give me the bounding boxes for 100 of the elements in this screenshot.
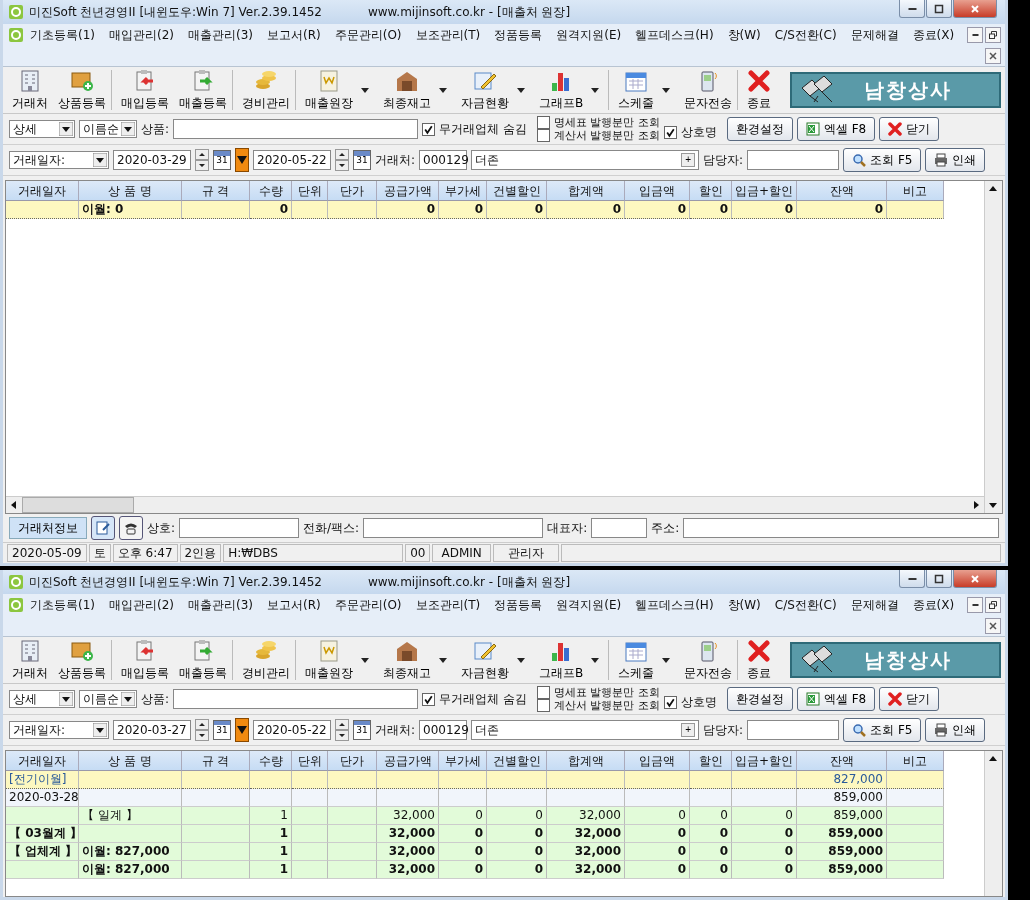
client-code-field[interactable]: 000129 [419, 150, 468, 170]
column-header[interactable]: 입금액 [625, 751, 690, 771]
date-type-dropdown[interactable]: 거래일자: [9, 721, 109, 739]
restore-button[interactable] [985, 27, 1001, 43]
menu-item[interactable]: 주문관리(O) [327, 26, 409, 44]
menu-item[interactable]: 원격지원(E) [549, 26, 629, 44]
maximize-button[interactable] [926, 570, 952, 588]
phone-button[interactable] [119, 516, 143, 540]
spinner-icon[interactable] [195, 149, 209, 171]
column-header[interactable]: 비고 [887, 751, 944, 771]
column-header[interactable]: 부가세 [439, 181, 487, 201]
column-header[interactable]: 입금+할인 [732, 751, 797, 771]
info-field[interactable] [179, 518, 300, 538]
menu-item[interactable]: 창(W) [720, 26, 768, 44]
column-header[interactable]: 입금액 [625, 181, 690, 201]
date-field[interactable]: 2020-05-22 [253, 720, 331, 740]
sort-dropdown[interactable]: 이름순 [79, 690, 137, 708]
column-header[interactable]: 단위 [292, 751, 328, 771]
menu-item[interactable]: 보조관리(T) [408, 26, 488, 44]
close-button[interactable] [985, 48, 1001, 64]
calendar-button[interactable]: 31 [353, 150, 371, 170]
column-header[interactable]: 단가 [328, 181, 377, 201]
toolbar-button[interactable]: 경비관리 [237, 640, 296, 680]
spinner-icon[interactable] [195, 719, 209, 741]
column-header[interactable]: 입금+할인 [732, 181, 797, 201]
action-button[interactable]: 환경설정 [726, 687, 793, 711]
spinner-icon[interactable] [335, 719, 349, 741]
toolbar-button[interactable]: 상품등록 [53, 640, 112, 680]
toolbar-button[interactable]: 상품등록 [53, 70, 112, 110]
toolbar-button[interactable]: 매출원장 [300, 70, 378, 110]
client-name-field[interactable]: 더존 + [471, 150, 700, 170]
column-header[interactable]: 잔액 [797, 181, 887, 201]
minimize-button[interactable] [967, 597, 983, 613]
toolbar-button[interactable]: 매입등록 [116, 640, 174, 680]
action-button[interactable]: 조회 F5 [843, 718, 922, 742]
action-button[interactable]: 닫기 [879, 687, 940, 711]
toolbar-button[interactable]: 종료 [742, 640, 777, 680]
add-button[interactable]: + [681, 153, 696, 167]
client-code-field[interactable]: 000129 [419, 720, 468, 740]
menu-item[interactable]: 기초등록(1) [23, 596, 102, 614]
column-header[interactable]: 합계액 [547, 181, 625, 201]
date-type-dropdown[interactable]: 거래일자: [9, 151, 109, 169]
product-field[interactable] [173, 119, 419, 139]
menu-item[interactable]: C/S전환(C) [767, 596, 844, 614]
column-header[interactable]: 거래일자 [6, 751, 79, 771]
maximize-button[interactable] [926, 0, 952, 18]
column-header[interactable]: 잔액 [797, 751, 887, 771]
column-header[interactable]: 단위 [292, 181, 328, 201]
toolbar-button[interactable]: 문자전송 [679, 70, 739, 110]
column-header[interactable]: 규 격 [182, 751, 250, 771]
date-field[interactable]: 2020-05-22 [253, 150, 331, 170]
toolbar-button[interactable]: 최종재고 [378, 640, 456, 680]
toolbar-button[interactable]: 종료 [742, 70, 777, 110]
close-button[interactable] [953, 570, 997, 588]
menu-item[interactable]: 정품등록 [487, 26, 550, 44]
menu-item[interactable]: 정품등록 [487, 596, 550, 614]
action-button[interactable]: 조회 F5 [843, 148, 922, 172]
toolbar-button[interactable]: 매입등록 [116, 70, 174, 110]
column-header[interactable]: 수량 [250, 751, 292, 771]
horizontal-scrollbar[interactable] [6, 496, 984, 513]
restore-button[interactable] [985, 597, 1001, 613]
date-field[interactable]: 2020-03-27 [113, 720, 191, 740]
action-button[interactable]: 엑셀 F8 [796, 687, 876, 711]
vertical-scrollbar[interactable] [984, 181, 1002, 513]
column-header[interactable]: 수량 [250, 181, 292, 201]
calendar-button[interactable]: 31 [213, 150, 231, 170]
info-field[interactable] [591, 518, 648, 538]
column-header[interactable]: 건별할인 [487, 181, 547, 201]
minimize-button[interactable] [899, 570, 925, 588]
view-dropdown[interactable]: 상세 [9, 690, 75, 708]
menu-item[interactable]: 종료(X) [905, 596, 962, 614]
date-field[interactable]: 2020-03-29 [113, 150, 191, 170]
menu-item[interactable]: 기초등록(1) [23, 26, 102, 44]
action-button[interactable]: 환경설정 [726, 117, 793, 141]
column-header[interactable]: 합계액 [547, 751, 625, 771]
action-button[interactable]: 인쇄 [925, 148, 986, 172]
statement-only-checkbox[interactable]: 명세표 발행분만 조회 [536, 116, 660, 129]
minimize-button[interactable] [899, 0, 925, 18]
toolbar-button[interactable]: 문자전송 [679, 640, 739, 680]
calendar-button[interactable]: 31 [353, 720, 371, 740]
spinner-icon[interactable] [335, 149, 349, 171]
manager-field[interactable] [747, 150, 840, 170]
toolbar-button[interactable]: 매출등록 [174, 70, 233, 110]
toolbar-button[interactable]: 최종재고 [378, 70, 456, 110]
column-header[interactable]: 공급가액 [377, 181, 439, 201]
close-button[interactable] [985, 618, 1001, 634]
menu-item[interactable]: 창(W) [720, 596, 768, 614]
invoice-only-checkbox[interactable]: 계산서 발행분만 조회 [536, 129, 660, 142]
toolbar-button[interactable]: 스케줄 [613, 70, 680, 110]
menu-item[interactable]: 매출관리(3) [181, 26, 260, 44]
menu-item[interactable]: 종료(X) [905, 26, 962, 44]
calendar-button[interactable]: 31 [213, 720, 231, 740]
column-header[interactable]: 부가세 [439, 751, 487, 771]
range-toggle-button[interactable] [235, 148, 249, 172]
column-header[interactable]: 규 격 [182, 181, 250, 201]
column-header[interactable]: 공급가액 [377, 751, 439, 771]
view-dropdown[interactable]: 상세 [9, 120, 75, 138]
close-button[interactable] [953, 0, 997, 18]
menu-item[interactable]: 매출관리(3) [181, 596, 260, 614]
column-header[interactable]: 상 품 명 [79, 181, 182, 201]
